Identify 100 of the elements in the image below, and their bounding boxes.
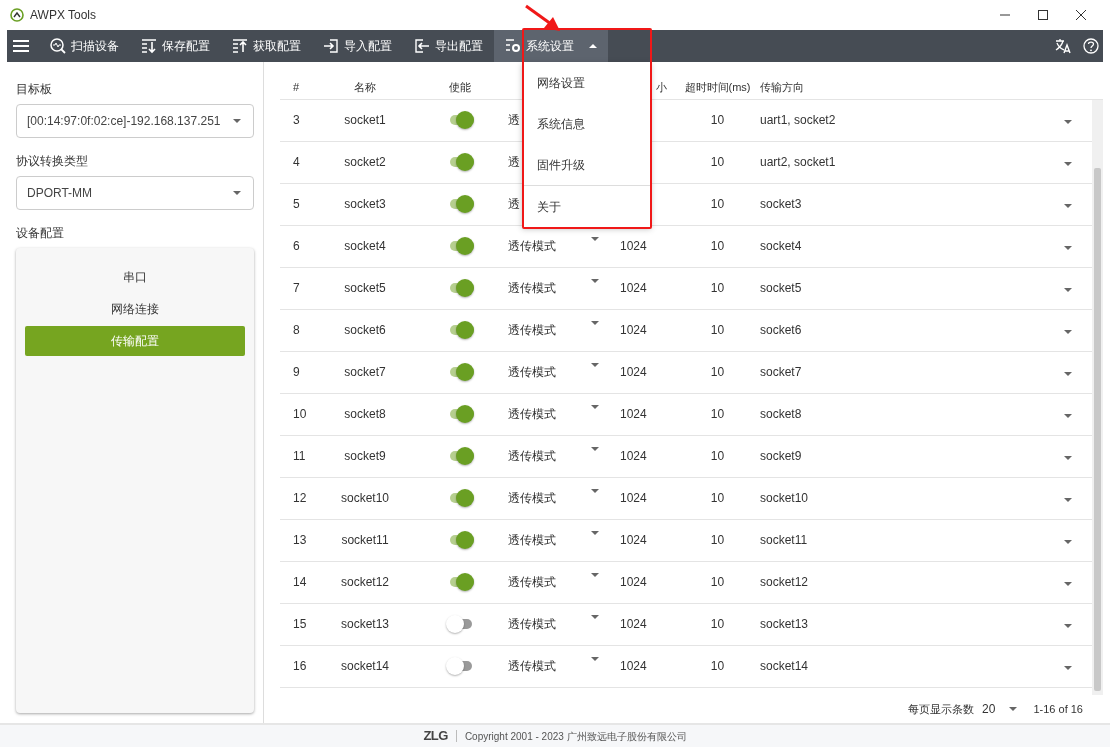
nav-item[interactable]: 网络连接 [25,294,245,324]
help-icon[interactable] [1083,38,1099,54]
caret-icon[interactable] [1064,330,1072,335]
toolbar-button[interactable]: 扫描设备 [39,30,130,62]
toolbar-button[interactable]: 导出配置 [403,30,494,62]
caret-icon[interactable] [1064,204,1072,209]
mode-select[interactable]: 透传模式 [508,489,556,508]
table-cell: 1024 [620,575,647,590]
caret-icon[interactable] [591,363,599,368]
mode-select[interactable]: 透传模式 [508,573,556,592]
toolbar-button[interactable]: 获取配置 [221,30,312,62]
table-cell: 10 [710,575,725,590]
table-cell: 10 [710,323,725,338]
caret-icon[interactable] [591,531,599,536]
toolbar-button[interactable]: 保存配置 [130,30,221,62]
table-cell: 10 [710,197,725,212]
settings-menu-button[interactable]: 系统设置 [494,30,608,62]
table-cell: socket10 [341,491,389,506]
column-header[interactable]: 小 [656,81,667,94]
caret-icon[interactable] [1064,162,1072,167]
column-header[interactable]: 使能 [449,81,471,94]
direction-select[interactable]: socket10 [760,491,809,506]
caret-icon[interactable] [1064,624,1072,629]
direction-select[interactable]: socket4 [760,239,802,254]
caret-icon[interactable] [591,279,599,284]
direction-select[interactable]: uart2, socket1 [760,155,836,170]
direction-select[interactable]: socket9 [760,449,802,464]
mode-select[interactable]: 透传模式 [508,279,556,298]
caret-icon[interactable] [1064,582,1072,587]
copyright-text: Copyright 2001 - 2023 广州致远电子股份有限公司 [464,729,687,744]
toggle-switch[interactable] [446,656,474,677]
direction-select[interactable]: socket8 [760,407,802,422]
mode-select[interactable]: 透 [508,111,520,130]
toolbar-button[interactable]: 导入配置 [312,30,403,62]
caret-icon[interactable] [1064,288,1072,293]
caret-icon[interactable] [1064,372,1072,377]
caret-icon[interactable] [1064,498,1072,503]
direction-select[interactable]: socket3 [760,197,802,212]
caret-icon[interactable] [1064,246,1072,251]
direction-select[interactable]: socket12 [760,575,809,590]
column-header[interactable]: # [293,81,300,94]
caret-icon[interactable] [591,615,599,620]
menu-icon[interactable] [13,39,29,53]
direction-select[interactable]: socket7 [760,365,802,380]
mode-select[interactable]: 透传模式 [508,531,556,550]
translate-icon[interactable] [1055,38,1071,54]
scrollbar-thumb[interactable] [1094,167,1101,692]
caret-icon[interactable] [591,447,599,452]
table-cell: socket1 [344,113,386,128]
table-cell: socket11 [341,533,389,548]
row-number: 15 [293,617,307,632]
table-cell: 1024 [620,323,647,338]
app-logo-icon [10,8,24,22]
caret-icon[interactable] [1064,666,1072,671]
row-number: 5 [293,197,300,212]
download-list-icon [141,38,157,54]
board-select[interactable]: [00:14:97:0f:02:ce]-192.168.137.251 [16,104,254,138]
caret-icon[interactable] [1064,456,1072,461]
mode-select[interactable]: 透传模式 [508,657,556,676]
mode-select[interactable]: 透传模式 [508,405,556,424]
caret-icon[interactable] [591,237,599,242]
row-number: 8 [293,323,300,338]
caret-icon[interactable] [591,489,599,494]
column-header[interactable]: 名称 [354,81,376,94]
table-cell: 1024 [620,449,647,464]
mode-select[interactable]: 透传模式 [508,615,556,634]
column-header[interactable]: 超时时间(ms) [684,81,751,94]
table-cell: 10 [710,365,725,380]
mode-select[interactable]: 透传模式 [508,447,556,466]
mode-select[interactable]: 透 [508,153,520,172]
per-page-select[interactable]: 20 [982,700,1018,719]
table-cell: 1024 [620,239,647,254]
table-cell: socket13 [341,617,389,632]
direction-select[interactable]: socket11 [760,533,808,548]
pointer-arrow [525,4,560,31]
caret-icon[interactable] [1064,414,1072,419]
caret-icon[interactable] [1064,120,1072,125]
mode-select[interactable]: 透传模式 [508,237,556,256]
mode-select[interactable]: 透传模式 [508,321,556,340]
table-cell: 1024 [620,281,647,296]
caret-icon[interactable] [1064,540,1072,545]
caret-icon[interactable] [591,573,599,578]
column-header[interactable]: 传输方向 [760,81,804,94]
table-cell: 10 [710,449,725,464]
mode-select[interactable]: 透传模式 [508,363,556,382]
direction-select[interactable]: uart1, socket2 [760,113,836,128]
toggle-switch[interactable] [446,614,474,635]
caret-icon[interactable] [591,321,599,326]
row-number: 12 [293,491,307,506]
table-cell: 1024 [620,365,647,380]
caret-icon[interactable] [591,405,599,410]
direction-select[interactable]: socket6 [760,323,802,338]
direction-select[interactable]: socket14 [760,659,809,674]
protocol-select[interactable]: DPORT-MM [16,176,254,210]
nav-item[interactable]: 串口 [25,262,245,292]
direction-select[interactable]: socket13 [760,617,809,632]
caret-icon[interactable] [591,657,599,662]
direction-select[interactable]: socket5 [760,281,802,296]
field-label: 协议转换类型 [16,153,89,170]
mode-select[interactable]: 透 [508,195,520,214]
